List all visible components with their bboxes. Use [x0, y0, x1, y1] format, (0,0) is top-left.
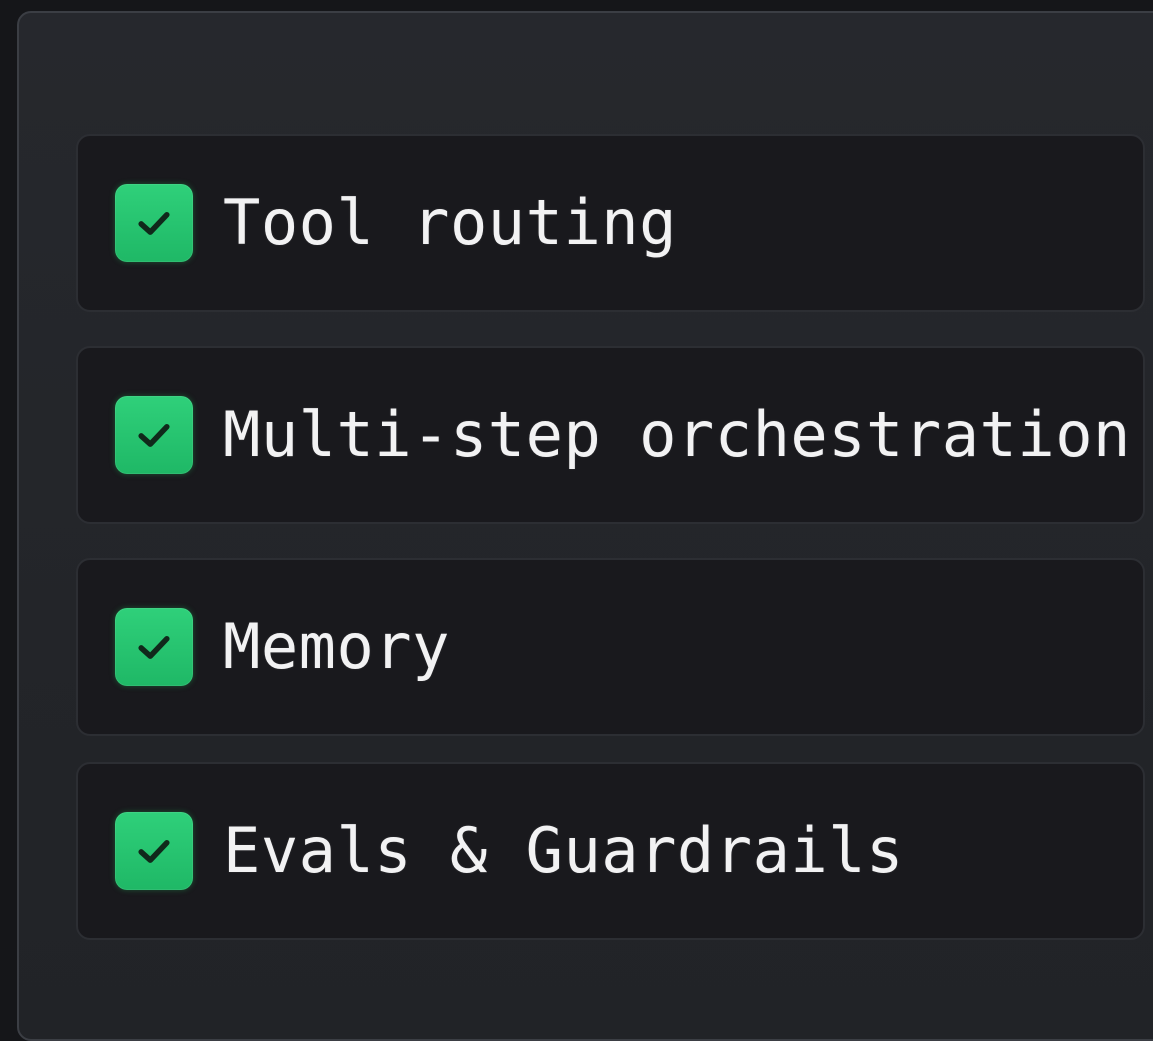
check-icon: [138, 424, 170, 447]
checklist-item-memory[interactable]: Memory: [76, 558, 1145, 736]
checkbox-checked[interactable]: [115, 396, 193, 474]
checklist-item-label: Evals & Guardrails: [223, 814, 904, 887]
checklist-item-label: Multi-step orchestration: [223, 398, 1131, 471]
checklist-item-evals-guardrails[interactable]: Evals & Guardrails: [76, 762, 1145, 940]
checklist-panel: Tool routing Multi-step orchestration Me…: [17, 11, 1153, 1041]
checklist-item-tool-routing[interactable]: Tool routing: [76, 134, 1145, 312]
checkbox-checked[interactable]: [115, 608, 193, 686]
checklist-item-label: Memory: [223, 610, 450, 683]
check-icon: [138, 840, 170, 863]
checkbox-checked[interactable]: [115, 812, 193, 890]
checklist-item-multi-step-orchestration[interactable]: Multi-step orchestration: [76, 346, 1145, 524]
checklist-item-label: Tool routing: [223, 186, 677, 259]
checkbox-checked[interactable]: [115, 184, 193, 262]
check-icon: [138, 636, 170, 659]
check-icon: [138, 212, 170, 235]
